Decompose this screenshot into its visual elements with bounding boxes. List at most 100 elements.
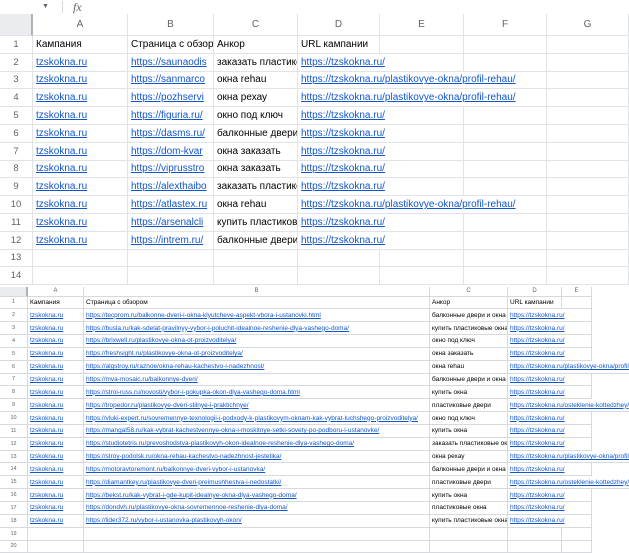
cell-C5[interactable]: окна заказать <box>430 348 508 361</box>
cell-B2[interactable]: https://tecprom.ru/balkonne-dveri-i-okna… <box>84 309 430 322</box>
cell-B8[interactable]: https://stroi-russ.ru/novosti/vybor-i-po… <box>84 386 430 399</box>
cell-F11[interactable] <box>464 214 547 232</box>
cell-B10[interactable]: https://atlastex.ru <box>128 196 214 214</box>
cell-C14[interactable]: балконные двери и окна <box>430 463 508 476</box>
cell-C11[interactable]: купить окна <box>430 425 508 438</box>
select-all-corner[interactable] <box>0 14 33 36</box>
cell-A16[interactable]: tzskokna.ru <box>28 489 84 502</box>
row-header-6[interactable]: 6 <box>0 361 28 374</box>
row-header-9[interactable]: 9 <box>0 399 28 412</box>
cell-D11[interactable]: https://tzskokna.ru/ <box>298 214 464 232</box>
cell-E19[interactable] <box>562 528 592 541</box>
cell-E13[interactable] <box>380 250 464 268</box>
row-header-3[interactable]: 3 <box>0 72 33 90</box>
cell-D9[interactable]: https://tzskokna.ru/ <box>298 178 464 196</box>
cell-D1[interactable]: URL кампании <box>298 36 380 54</box>
cell-A4[interactable]: tzskokna.ru <box>33 89 128 107</box>
cell-A11[interactable]: tzskokna.ru <box>28 425 84 438</box>
cell-A10[interactable]: tzskokna.ru <box>33 196 128 214</box>
cell-C2[interactable]: балконные двери и окна <box>430 309 508 322</box>
col-header-G[interactable]: G <box>547 14 629 36</box>
cell-D6[interactable]: https://tzskokna.ru/plastikovye-okna/pro… <box>508 361 629 374</box>
cell-C13[interactable] <box>214 250 298 268</box>
cell-B11[interactable]: https://mangal58.ru/kak-vybrat-kachestve… <box>84 425 430 438</box>
cell-B3[interactable]: https://sanmarco <box>128 72 214 90</box>
row-header-4[interactable]: 4 <box>0 89 33 107</box>
row-header-4[interactable]: 4 <box>0 335 28 348</box>
row-header-1[interactable]: 1 <box>0 297 28 310</box>
row-header-7[interactable]: 7 <box>0 143 33 161</box>
cell-C13[interactable]: окна рехау <box>430 451 508 464</box>
col-header-F[interactable]: F <box>464 14 547 36</box>
cell-C8[interactable]: окна заказать <box>214 161 298 179</box>
cell-D13[interactable] <box>298 250 380 268</box>
cell-G5[interactable] <box>547 107 629 125</box>
col-header-C[interactable]: C <box>214 14 298 36</box>
cell-B1[interactable]: Страница с обзором <box>84 297 430 310</box>
cell-D5[interactable]: https://tzskokna.ru/ <box>298 107 464 125</box>
cell-G3[interactable] <box>547 72 629 90</box>
cell-A10[interactable]: tzskokna.ru <box>28 412 84 425</box>
cell-A3[interactable]: tzskokna.ru <box>33 72 128 90</box>
cell-D3[interactable]: https://tzskokna.ru/ <box>508 322 592 335</box>
cell-G14[interactable] <box>547 267 629 285</box>
cell-G11[interactable] <box>547 214 629 232</box>
row-header-7[interactable]: 7 <box>0 374 28 387</box>
cell-D12[interactable]: https://tzskokna.ru/ <box>298 232 464 250</box>
cell-A5[interactable]: tzskokna.ru <box>33 107 128 125</box>
cell-B4[interactable]: https://pozhservi <box>128 89 214 107</box>
cell-A7[interactable]: tzskokna.ru <box>28 374 84 387</box>
cell-C16[interactable]: купить окна <box>430 489 508 502</box>
row-header-3[interactable]: 3 <box>0 322 28 335</box>
col-header-C[interactable]: C <box>430 287 508 297</box>
cell-C3[interactable]: окна rehau <box>214 72 298 90</box>
cell-A9[interactable]: tzskokna.ru <box>28 399 84 412</box>
col-header-B[interactable]: B <box>128 14 214 36</box>
cell-D16[interactable]: https://tzskokna.ru/ <box>508 489 592 502</box>
cell-B7[interactable]: https://dom-kvar <box>128 143 214 161</box>
row-header-1[interactable]: 1 <box>0 36 33 54</box>
cell-F5[interactable] <box>464 107 547 125</box>
cell-A20[interactable] <box>28 541 84 553</box>
cell-C19[interactable] <box>430 528 508 541</box>
cell-B5[interactable]: https://figuria.ru/ <box>128 107 214 125</box>
cell-A4[interactable]: tzskokna.ru <box>28 335 84 348</box>
cell-A2[interactable]: tzskokna.ru <box>28 309 84 322</box>
cell-A8[interactable]: tzskokna.ru <box>33 161 128 179</box>
cell-B9[interactable]: https://alexthaibo <box>128 178 214 196</box>
cell-C10[interactable]: окна rehau <box>214 196 298 214</box>
cell-G6[interactable] <box>547 125 629 143</box>
cell-A15[interactable]: tzskokna.ru <box>28 476 84 489</box>
cell-D19[interactable] <box>508 528 562 541</box>
col-header-A[interactable]: A <box>28 287 84 297</box>
cell-B9[interactable]: https://tropedor.ru/plastikovye-dveri-st… <box>84 399 430 412</box>
cell-F1[interactable] <box>464 36 547 54</box>
cell-D7[interactable]: https://tzskokna.ru/ <box>508 374 592 387</box>
cell-A1[interactable]: Кампания <box>28 297 84 310</box>
cell-D14[interactable] <box>298 267 380 285</box>
cell-C3[interactable]: купить пластиковые окна <box>430 322 508 335</box>
cell-G10[interactable] <box>547 196 629 214</box>
cell-A3[interactable]: tzskokna.ru <box>28 322 84 335</box>
cell-F6[interactable] <box>464 125 547 143</box>
cell-A14[interactable]: tzskokna.ru <box>28 463 84 476</box>
cell-A11[interactable]: tzskokna.ru <box>33 214 128 232</box>
row-header-14[interactable]: 14 <box>0 463 28 476</box>
cell-C14[interactable] <box>214 267 298 285</box>
cell-C2[interactable]: заказать пластиковые окна <box>214 54 298 72</box>
cell-D10[interactable]: https://tzskokna.ru/plastikovye-okna/pro… <box>298 196 547 214</box>
cell-A18[interactable]: tzskokna.ru <box>28 515 84 528</box>
cell-F9[interactable] <box>464 178 547 196</box>
cell-G12[interactable] <box>547 232 629 250</box>
cell-C10[interactable]: окно под ключ <box>430 412 508 425</box>
row-header-11[interactable]: 11 <box>0 425 28 438</box>
cell-D20[interactable] <box>508 541 562 553</box>
row-header-13[interactable]: 13 <box>0 451 28 464</box>
cell-F13[interactable] <box>464 250 547 268</box>
cell-D2[interactable]: https://tzskokna.ru/ <box>508 309 592 322</box>
cell-B1[interactable]: Страница с обзором <box>128 36 214 54</box>
cell-F8[interactable] <box>464 161 547 179</box>
row-header-12[interactable]: 12 <box>0 438 28 451</box>
cell-D17[interactable]: https://tzskokna.ru/ <box>508 502 592 515</box>
cell-B15[interactable]: https://diamantkey.ru/plastikovye-dveri-… <box>84 476 430 489</box>
